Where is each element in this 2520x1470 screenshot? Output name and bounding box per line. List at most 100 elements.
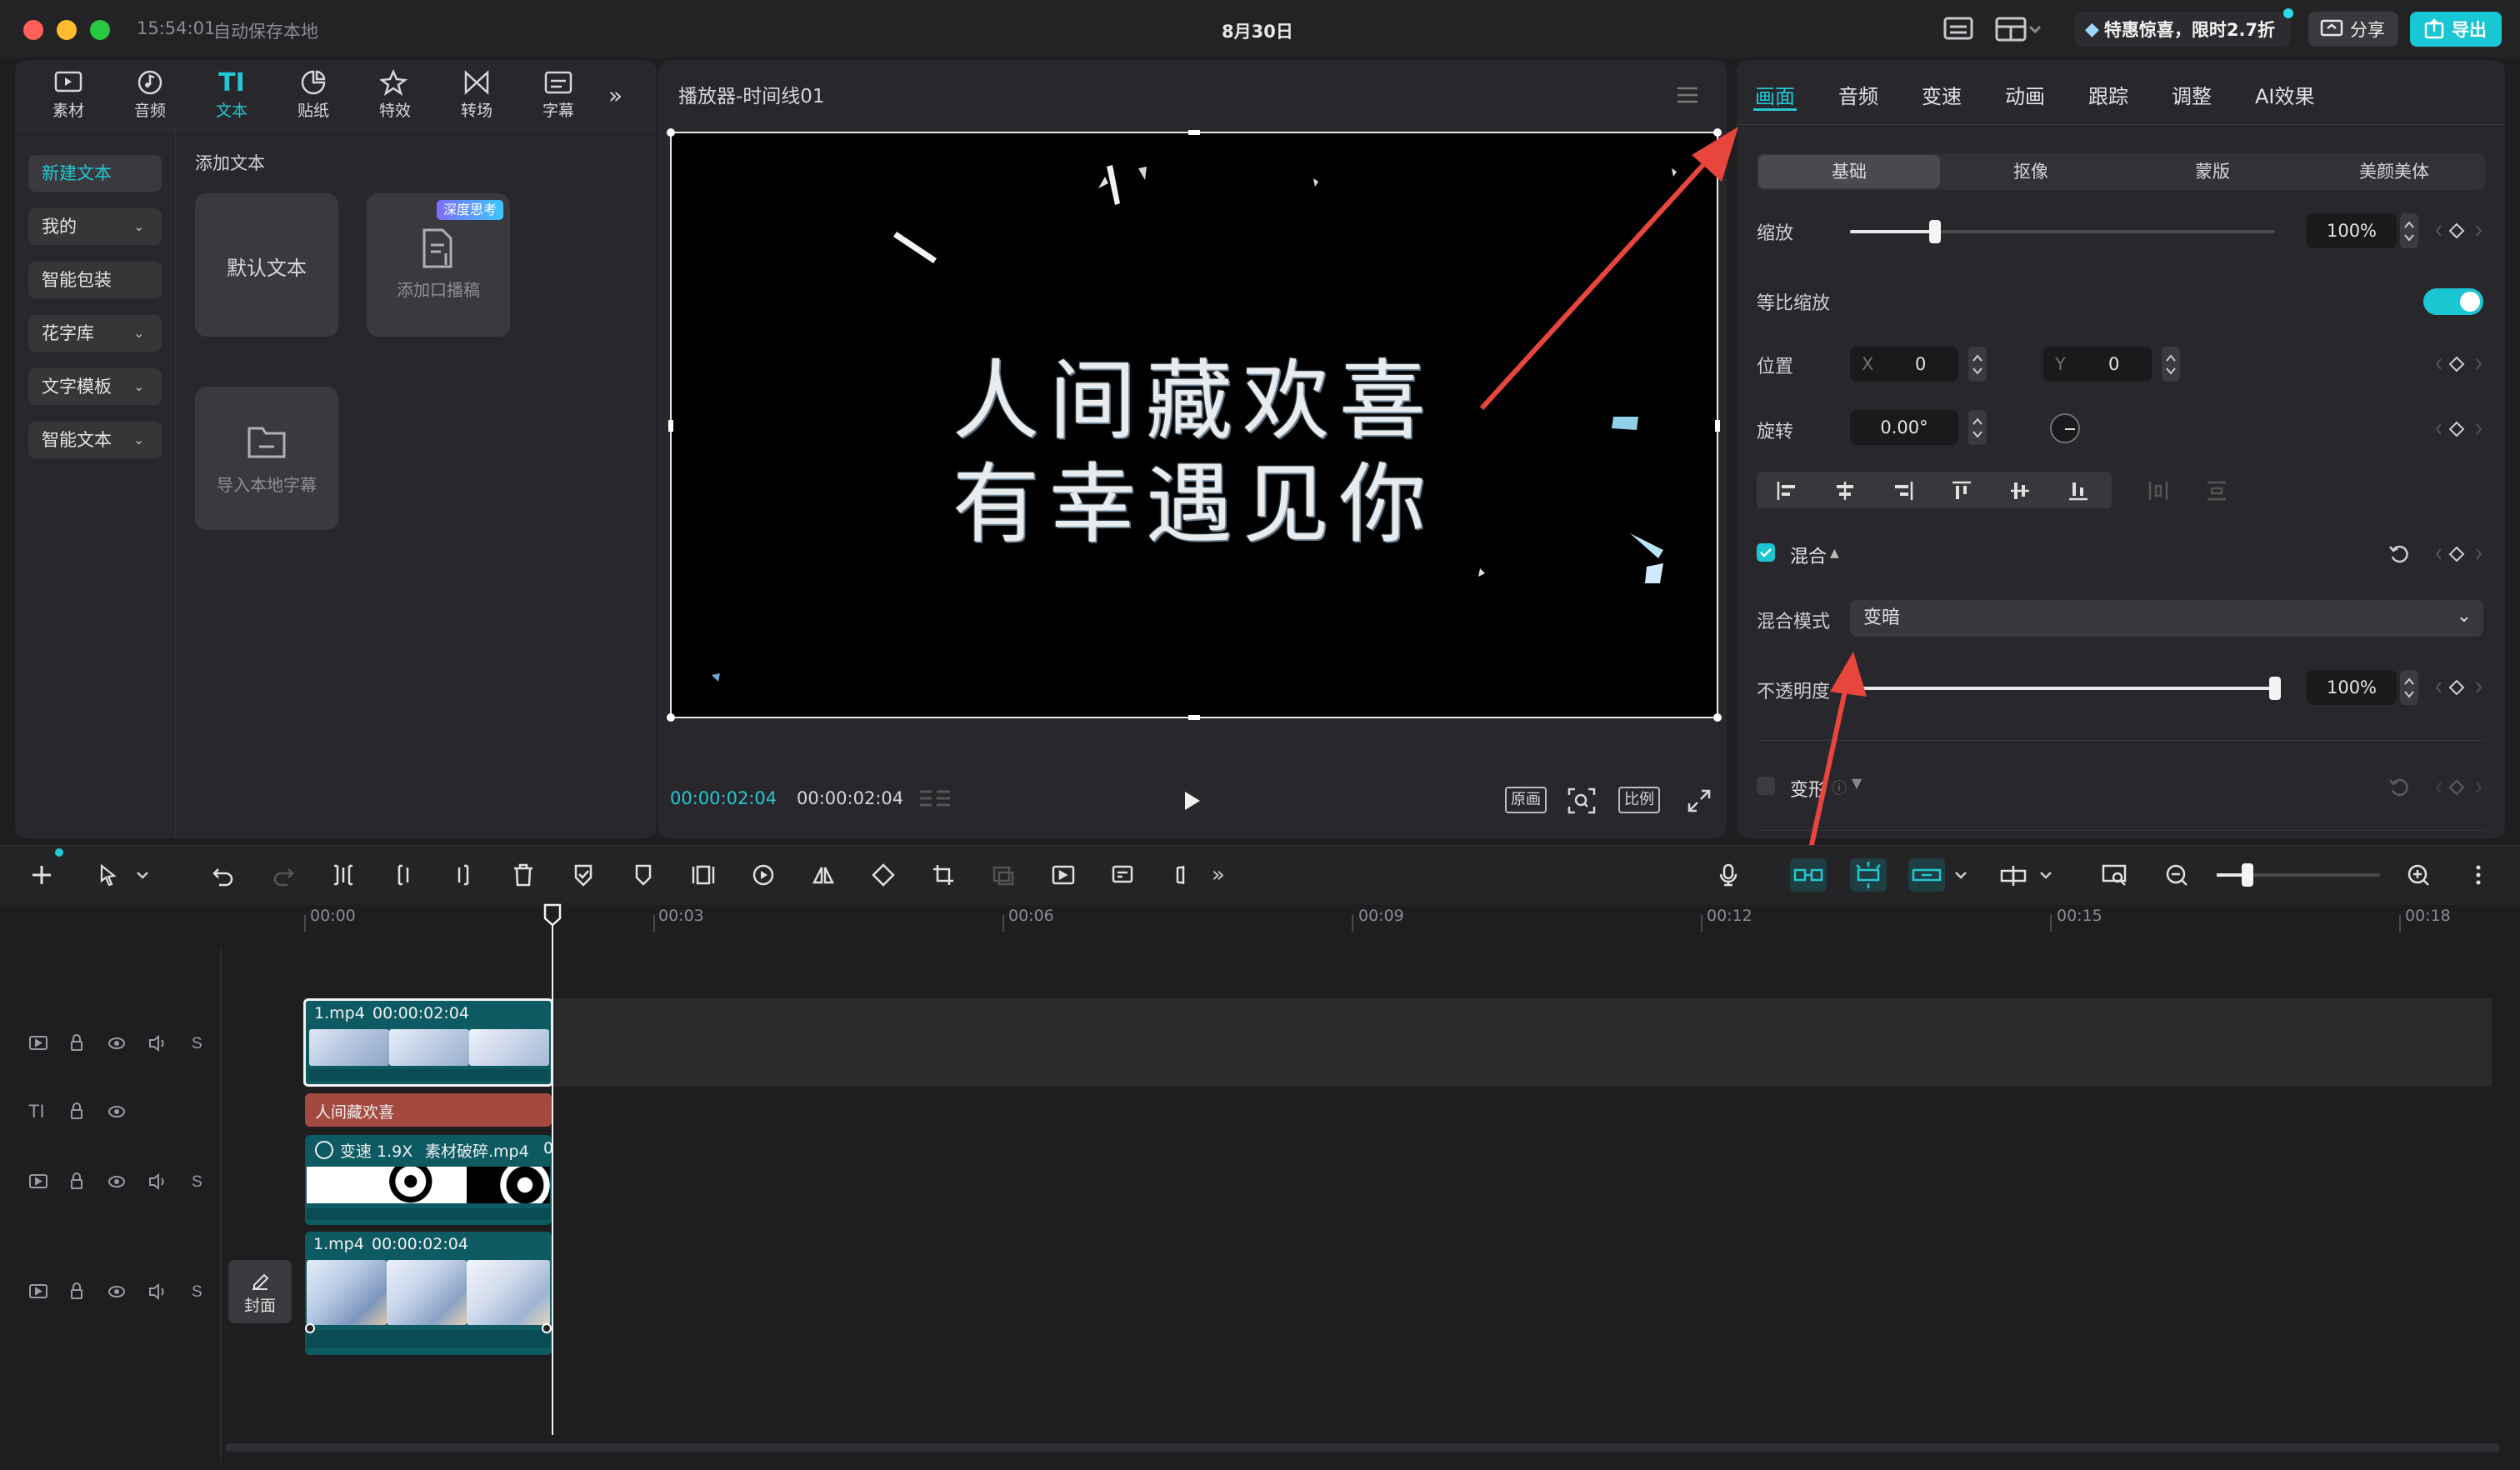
reset-icon[interactable] (2387, 775, 2412, 800)
rotation-field[interactable]: 0.00° (1850, 410, 1958, 445)
tab-tracking[interactable]: 跟踪 (2088, 80, 2128, 109)
opacity-slider-knob[interactable] (2269, 677, 2281, 700)
tab-audio-props[interactable]: 音频 (1838, 80, 1878, 109)
delete-icon[interactable] (505, 857, 542, 893)
picture-in-picture-icon[interactable] (1045, 857, 1082, 893)
select-cursor-icon[interactable] (90, 857, 127, 893)
sidebar-item-mine[interactable]: 我的 ⌄ (28, 208, 162, 245)
fullscreen-icon[interactable] (1687, 788, 1712, 813)
split-left-icon[interactable] (385, 857, 422, 893)
undo-icon[interactable] (205, 857, 242, 893)
more-tabs-chevron-icon[interactable]: » (608, 82, 622, 109)
mark-shield-icon[interactable] (565, 857, 602, 893)
zoom-in-icon[interactable] (2400, 857, 2437, 893)
tab-adjust[interactable]: 调整 (2172, 80, 2212, 109)
align-top-icon[interactable] (1937, 473, 1987, 508)
subtab-basic[interactable]: 基础 (1758, 155, 1940, 188)
reset-icon[interactable] (2387, 542, 2412, 567)
add-track-icon[interactable] (23, 857, 60, 893)
tab-speed[interactable]: 变速 (1922, 80, 1962, 109)
timeline-scrollbar[interactable] (225, 1443, 2500, 1452)
scale-slider[interactable] (1850, 220, 2275, 243)
text-clip[interactable]: 人间藏欢喜 (305, 1093, 552, 1127)
align-left-icon[interactable] (1762, 473, 1812, 508)
position-y-stepper[interactable] (2162, 347, 2180, 382)
video-clip-1[interactable]: 1.mp4 00:00:02:04 (303, 998, 553, 1087)
tab-animation[interactable]: 动画 (2005, 80, 2045, 109)
chevron-down-icon[interactable] (1948, 857, 1973, 893)
panel-layout-icon[interactable] (1993, 15, 2043, 43)
tab-material[interactable]: 素材 (28, 67, 108, 120)
keyframe-icon[interactable] (2430, 542, 2497, 567)
aspect-ratio-button[interactable]: 比例 (1618, 787, 1660, 813)
resize-handle[interactable] (1188, 130, 1200, 135)
scale-value-field[interactable]: 100% (2307, 213, 2397, 248)
auto-snap-icon[interactable] (1850, 858, 1887, 892)
main-track-magnet-icon[interactable] (1790, 858, 1827, 892)
crop-icon[interactable] (925, 857, 962, 893)
subtab-mask[interactable]: 蒙版 (2122, 155, 2303, 188)
keyframe-icon[interactable] (2430, 775, 2497, 800)
sidebar-item-smart-text[interactable]: 智能文本 ⌄ (28, 422, 162, 458)
cover-button[interactable]: 封面 (228, 1260, 292, 1323)
opacity-value-field[interactable]: 100% (2307, 670, 2397, 705)
caption-edit-icon[interactable] (1105, 857, 1142, 893)
clip-handle[interactable] (305, 1323, 315, 1333)
align-hcenter-icon[interactable] (1820, 473, 1870, 508)
more-tools-chevron-icon[interactable]: » (1200, 857, 1237, 893)
clip-handle[interactable] (542, 1323, 552, 1333)
subtab-keying[interactable]: 抠像 (1940, 155, 2122, 188)
export-button[interactable]: 导出 (2410, 12, 2502, 47)
split-view-icon[interactable] (1165, 857, 1202, 893)
rotation-stepper[interactable] (1968, 410, 1987, 445)
reverse-play-icon[interactable] (745, 857, 782, 893)
scale-stepper[interactable] (2400, 213, 2418, 248)
preview-axis-icon[interactable] (1995, 857, 2032, 893)
zoom-out-icon[interactable] (2158, 857, 2195, 893)
rotate-icon[interactable] (865, 857, 902, 893)
tab-audio[interactable]: 音频 (110, 67, 190, 120)
keyframe-icon[interactable] (2430, 218, 2497, 243)
sidebar-item-new-text[interactable]: 新建文本 (28, 155, 162, 192)
tab-effects[interactable]: 特效 (355, 67, 435, 120)
resize-handle[interactable] (1188, 715, 1200, 720)
tab-picture[interactable]: 画面 (1755, 80, 1795, 109)
minimize-window-button[interactable] (57, 20, 77, 40)
chevron-down-icon[interactable] (130, 857, 155, 893)
marker-icon[interactable] (625, 857, 662, 893)
tab-transition[interactable]: 转场 (437, 67, 517, 120)
caret-up-icon[interactable]: ▲ (1830, 547, 1839, 560)
freeze-frame-icon[interactable] (685, 857, 722, 893)
uniform-scale-toggle[interactable] (2423, 288, 2483, 315)
blend-mode-select[interactable]: 变暗 ⌄ (1850, 600, 2483, 637)
position-x-stepper[interactable] (1968, 347, 1987, 382)
split-right-icon[interactable] (445, 857, 482, 893)
chevron-down-icon[interactable] (2033, 857, 2058, 893)
maximize-window-button[interactable] (90, 20, 110, 40)
position-x-field[interactable]: X0 (1850, 347, 1958, 382)
original-quality-button[interactable]: 原画 (1505, 787, 1547, 813)
sidebar-item-fancy-text[interactable]: 花字库 ⌄ (28, 315, 162, 352)
layout-icon[interactable] (1942, 15, 1975, 43)
more-options-icon[interactable] (2460, 857, 2497, 893)
sidebar-item-text-template[interactable]: 文字模板 ⌄ (28, 368, 162, 405)
keyframe-icon[interactable] (2430, 675, 2497, 700)
mirror-icon[interactable] (805, 857, 842, 893)
align-right-icon[interactable] (1878, 473, 1928, 508)
import-subtitle-card[interactable]: 导入本地字幕 (195, 387, 338, 530)
split-icon[interactable] (325, 857, 362, 893)
sidebar-item-smart-pack[interactable]: 智能包装 (28, 262, 162, 298)
main-video-clip[interactable]: 1.mp4 00:00:02:04 (305, 1232, 552, 1355)
tab-text[interactable]: TI 文本 (192, 67, 272, 121)
share-button[interactable]: 分享 (2308, 12, 2398, 47)
zoom-fit-icon[interactable] (1567, 787, 1597, 815)
resize-handle[interactable] (667, 713, 675, 722)
effect-video-clip[interactable]: 变速 1.9X 素材破碎.mp4 0 (305, 1135, 552, 1225)
tab-subtitle[interactable]: 字幕 (518, 67, 598, 120)
linkage-icon[interactable] (1908, 858, 1945, 892)
close-window-button[interactable] (23, 20, 43, 40)
promo-badge[interactable]: ◆ 特惠惊喜，限时2.7折 (2075, 8, 2293, 47)
playhead[interactable] (552, 905, 553, 1435)
tab-ai-effects[interactable]: AI效果 (2255, 80, 2315, 109)
resize-handle[interactable] (1713, 713, 1722, 722)
